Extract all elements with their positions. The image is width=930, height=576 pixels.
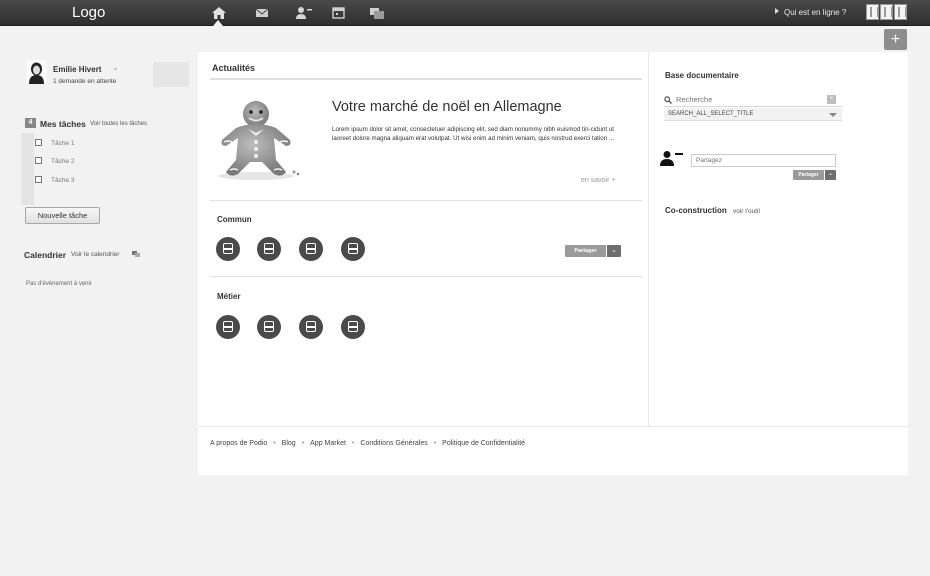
coconstruction-title: Co-construction	[665, 206, 727, 215]
see-tool-link[interactable]: voir l'outil	[733, 208, 760, 215]
divider	[210, 200, 642, 201]
no-events-text: Pas d'évènement à venir	[26, 281, 92, 287]
pending-requests[interactable]: 1 demande en attente	[53, 78, 116, 85]
task-label: Tâche 2	[51, 158, 75, 165]
online-users-link[interactable]: Qui est en ligne ?	[775, 8, 846, 17]
footer-link-blog[interactable]: Blog	[282, 440, 296, 447]
task-item[interactable]: Tâche 2	[35, 157, 75, 165]
avatar[interactable]	[880, 4, 893, 20]
column-divider	[648, 52, 649, 475]
share-with-input[interactable]	[691, 154, 836, 167]
separator: •	[273, 440, 276, 447]
clear-search-icon[interactable]: ×	[827, 95, 836, 104]
app-icon[interactable]	[341, 237, 365, 261]
footer-link-app-market[interactable]: App Market	[310, 440, 346, 447]
chat-icon[interactable]	[369, 6, 385, 20]
calendar-small-icon[interactable]	[132, 251, 140, 257]
divider	[664, 106, 842, 107]
news-section-title: Actualités	[212, 63, 256, 73]
share-button[interactable]: Partager ⌄	[793, 170, 836, 180]
task-item[interactable]: Tâche 3	[35, 176, 75, 184]
footer-link-terms[interactable]: Conditions Générales	[360, 440, 427, 447]
tasks-title: Mes tâches	[40, 119, 86, 129]
app-icon[interactable]	[216, 315, 240, 339]
calendar-icon[interactable]	[331, 6, 347, 20]
news-body: Lorem ipsum dolor sit amet, consectetuer…	[332, 126, 615, 143]
avatar[interactable]	[894, 4, 907, 20]
add-button[interactable]: +	[884, 29, 907, 50]
read-more-link[interactable]: en savoir +	[581, 177, 615, 184]
task-item[interactable]: Tâche 1	[35, 139, 75, 147]
app-icon[interactable]	[216, 237, 240, 261]
avatar[interactable]	[866, 4, 879, 20]
see-calendar-link[interactable]: Voir le calendrier	[71, 251, 119, 258]
search-scope-value: SEARCH_ALL_SELECT_TITLE	[668, 111, 754, 117]
tasks-list-bar	[21, 133, 34, 205]
app-icon[interactable]	[299, 315, 323, 339]
share-button-label[interactable]: Partager	[793, 170, 824, 180]
documents-title: Base documentaire	[665, 71, 739, 80]
footer-links: A propos de Podio • Blog • App Market • …	[210, 440, 525, 447]
triangle-right-icon	[775, 8, 779, 14]
app-icon[interactable]	[257, 315, 281, 339]
see-all-tasks-link[interactable]: Voir toutes les tâches	[90, 121, 147, 127]
share-button-label[interactable]: Partager	[565, 245, 606, 257]
active-nav-indicator	[213, 20, 223, 26]
separator: •	[351, 440, 355, 447]
gingerbread-image[interactable]	[210, 96, 302, 180]
footer-link-about[interactable]: A propos de Podio	[210, 440, 267, 447]
share-button[interactable]: Partager ⌄	[565, 245, 621, 257]
divider	[210, 276, 642, 277]
separator: •	[301, 440, 305, 447]
commun-title: Commun	[217, 215, 252, 224]
task-label: Tâche 3	[51, 177, 75, 184]
news-heading[interactable]: Votre marché de noël en Allemagne	[332, 99, 562, 115]
app-icon[interactable]	[341, 315, 365, 339]
online-users-label: Qui est en ligne ?	[784, 8, 847, 17]
task-checkbox[interactable]	[35, 157, 42, 164]
new-task-button[interactable]: Nouvelle tâche	[25, 207, 100, 224]
separator: •	[433, 440, 437, 447]
task-label: Tâche 1	[51, 140, 75, 147]
top-bar: Logo Qui est en ligne ?	[0, 0, 930, 26]
mail-icon[interactable]	[254, 6, 270, 20]
footer	[198, 426, 908, 475]
app-icon[interactable]	[257, 237, 281, 261]
profile-name[interactable]: Emilie Hivert	[53, 65, 101, 74]
chevron-down-icon[interactable]: ⌄	[112, 63, 119, 72]
chevron-down-icon	[829, 113, 837, 117]
profile-avatar[interactable]	[26, 60, 47, 84]
footer-link-privacy[interactable]: Politique de Confidentialité	[442, 440, 525, 447]
user-remove-icon[interactable]	[295, 6, 313, 20]
tasks-count-badge: 4	[25, 118, 36, 128]
chevron-down-icon[interactable]: ⌄	[607, 245, 621, 257]
app-icon[interactable]	[299, 237, 323, 261]
chevron-down-icon[interactable]: ⌄	[825, 170, 836, 180]
search-scope-select[interactable]: SEARCH_ALL_SELECT_TITLE	[664, 108, 842, 121]
task-checkbox[interactable]	[35, 139, 42, 146]
home-icon[interactable]	[211, 6, 227, 20]
logo[interactable]: Logo	[72, 4, 105, 21]
online-avatars	[866, 4, 907, 20]
profile-side-panel	[153, 62, 189, 87]
search-icon	[664, 96, 672, 104]
metier-title: Métier	[217, 292, 241, 301]
user-share-icon	[660, 151, 683, 166]
search-input[interactable]	[676, 94, 826, 105]
divider	[210, 78, 642, 80]
calendar-title: Calendrier	[24, 250, 67, 260]
task-checkbox[interactable]	[35, 176, 42, 183]
